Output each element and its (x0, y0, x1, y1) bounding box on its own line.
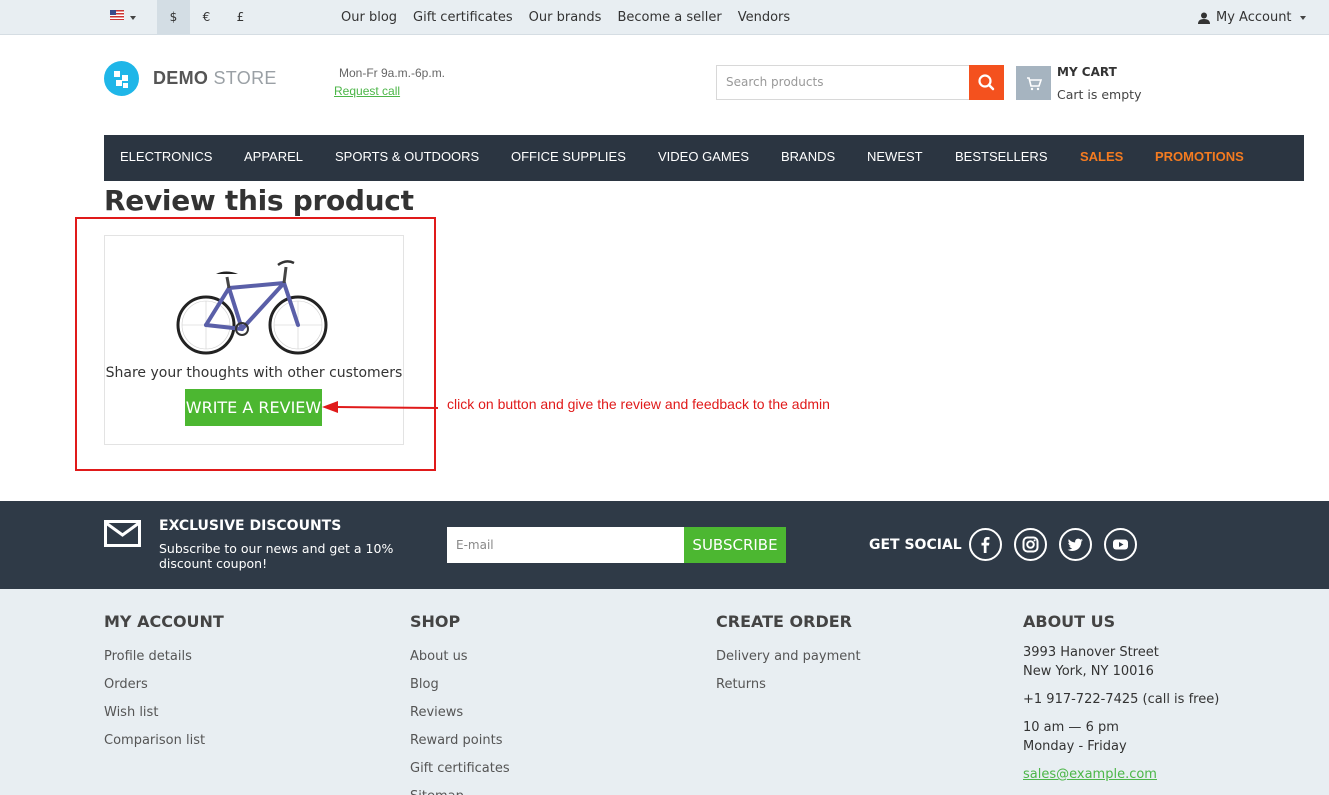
footer-link-sitemap[interactable]: Sitemap (410, 783, 510, 795)
menu-promotions[interactable]: PROMOTIONS (1155, 135, 1244, 181)
menu-apparel[interactable]: APPAREL (244, 135, 303, 181)
envelope-icon (104, 520, 141, 547)
footer-create-order: CREATE ORDER Delivery and payment Return… (716, 612, 861, 699)
footer-shop: SHOP About us Blog Reviews Reward points… (410, 612, 510, 795)
search-button[interactable] (969, 65, 1004, 100)
menu-electronics[interactable]: ELECTRONICS (120, 135, 212, 181)
footer-shop-title: SHOP (410, 612, 461, 631)
currency-eur[interactable]: € (190, 0, 223, 35)
hours-line-1: 10 am — 6 pm (1023, 720, 1119, 735)
annotation-arrow-icon (322, 401, 439, 413)
subscribe-button[interactable]: SUBSCRIBE (684, 527, 786, 563)
email-input[interactable]: E-mail (447, 527, 685, 563)
us-flag-icon[interactable] (110, 10, 124, 20)
menu-brands[interactable]: BRANDS (781, 135, 835, 181)
footer-about-title: ABOUT US (1023, 612, 1116, 631)
link-our-brands[interactable]: Our brands (529, 10, 602, 25)
top-links: Our blog Gift certificates Our brands Be… (341, 0, 790, 35)
bicycle-image (176, 260, 328, 355)
footer-link-wish-list[interactable]: Wish list (104, 699, 224, 727)
share-thoughts-text: Share your thoughts with other customers (105, 365, 403, 381)
chevron-down-icon[interactable] (130, 16, 136, 20)
logo-text[interactable]: DEMO STORE (153, 68, 277, 89)
footer-link-reward-points[interactable]: Reward points (410, 727, 510, 755)
search-icon (978, 74, 995, 91)
facebook-icon[interactable] (969, 528, 1002, 561)
exclusive-discounts-title: EXCLUSIVE DISCOUNTS (159, 518, 342, 534)
footer-link-orders[interactable]: Orders (104, 671, 224, 699)
request-call-link[interactable]: Request call (334, 84, 400, 98)
menu-sports-outdoors[interactable]: SPORTS & OUTDOORS (335, 135, 479, 181)
menu-sales[interactable]: SALES (1080, 135, 1123, 181)
chevron-down-icon (1299, 15, 1306, 20)
footer-link-delivery-payment[interactable]: Delivery and payment (716, 643, 861, 671)
footer-link-blog[interactable]: Blog (410, 671, 510, 699)
footer-about-us: ABOUT US 3993 Hanover Street New York, N… (1023, 612, 1219, 784)
logo-icon[interactable] (104, 61, 139, 96)
annotation-note: click on button and give the review and … (447, 396, 830, 412)
link-our-blog[interactable]: Our blog (341, 10, 397, 25)
cart-button[interactable] (1016, 66, 1051, 100)
footer-create-order-title: CREATE ORDER (716, 612, 852, 631)
instagram-icon[interactable] (1014, 528, 1047, 561)
menu-bestsellers[interactable]: BESTSELLERS (955, 135, 1048, 181)
address-line-2: New York, NY 10016 (1023, 664, 1154, 679)
currency-gbp[interactable]: £ (224, 0, 257, 35)
store-hours: Mon-Fr 9a.m.-6p.m. (339, 66, 446, 80)
page-title: Review this product (104, 184, 414, 217)
my-account-dropdown[interactable]: My Account (1198, 0, 1306, 35)
footer-link-comparison-list[interactable]: Comparison list (104, 727, 224, 755)
twitter-icon[interactable] (1059, 528, 1092, 561)
phone-number: +1 917-722-7425 (call is free) (1023, 692, 1220, 707)
menu-newest[interactable]: NEWEST (867, 135, 923, 181)
menu-video-games[interactable]: VIDEO GAMES (658, 135, 749, 181)
email-link[interactable]: sales@example.com (1023, 767, 1157, 782)
get-social-label: GET SOCIAL (869, 537, 962, 553)
footer-link-reviews[interactable]: Reviews (410, 699, 510, 727)
write-review-button[interactable]: WRITE A REVIEW (185, 389, 322, 426)
cart-status: Cart is empty (1057, 87, 1142, 102)
link-vendors[interactable]: Vendors (738, 10, 790, 25)
footer-my-account-title: MY ACCOUNT (104, 612, 224, 631)
link-gift-certificates[interactable]: Gift certificates (413, 10, 513, 25)
cart-title[interactable]: MY CART (1057, 65, 1117, 79)
main-menu: ELECTRONICS APPAREL SPORTS & OUTDOORS OF… (104, 135, 1304, 181)
footer-link-profile-details[interactable]: Profile details (104, 643, 224, 671)
search-input[interactable]: Search products (716, 65, 970, 100)
currency-usd[interactable]: $ (157, 0, 190, 35)
footer-link-gift-certificates[interactable]: Gift certificates (410, 755, 510, 783)
cart-icon (1027, 77, 1043, 91)
footer-link-returns[interactable]: Returns (716, 671, 861, 699)
exclusive-discounts-subtitle: Subscribe to our news and get a 10% disc… (159, 541, 394, 571)
address-line-1: 3993 Hanover Street (1023, 645, 1159, 660)
footer-my-account: MY ACCOUNT Profile details Orders Wish l… (104, 612, 224, 755)
hours-line-2: Monday - Friday (1023, 739, 1127, 754)
my-account-label: My Account (1216, 10, 1292, 25)
youtube-icon[interactable] (1104, 528, 1137, 561)
footer-link-about-us[interactable]: About us (410, 643, 510, 671)
link-become-seller[interactable]: Become a seller (617, 10, 721, 25)
user-icon (1198, 12, 1210, 24)
top-bar: $ € £ Our blog Gift certificates Our bra… (0, 0, 1329, 35)
menu-office-supplies[interactable]: OFFICE SUPPLIES (511, 135, 626, 181)
